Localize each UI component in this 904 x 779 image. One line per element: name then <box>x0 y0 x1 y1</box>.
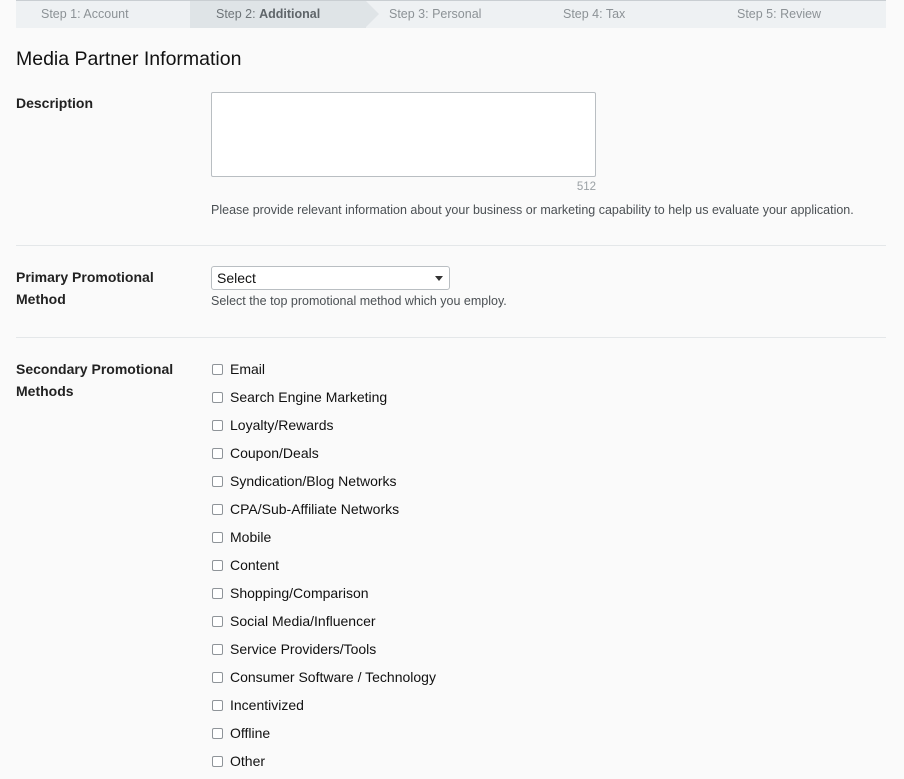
checkbox-label[interactable]: Shopping/Comparison <box>230 584 369 602</box>
description-label: Description <box>16 95 94 111</box>
checkbox-label[interactable]: Content <box>230 556 279 574</box>
step-prefix: Step 4: <box>563 7 606 21</box>
checkbox[interactable] <box>212 532 223 543</box>
checkbox[interactable] <box>212 588 223 599</box>
select-value: Select <box>217 270 256 286</box>
checkbox-label[interactable]: Search Engine Marketing <box>230 388 387 406</box>
step-label: Additional <box>259 7 321 21</box>
primary-method-help-text: Select the top promotional method which … <box>211 294 507 308</box>
checkbox-label[interactable]: Coupon/Deals <box>230 444 319 462</box>
section-divider <box>16 337 886 338</box>
chevron-down-icon <box>435 276 443 281</box>
checkbox-label[interactable]: Incentivized <box>230 696 304 714</box>
checkbox[interactable] <box>212 560 223 571</box>
checkbox[interactable] <box>212 672 223 683</box>
checkbox[interactable] <box>212 476 223 487</box>
step-label: Personal <box>432 7 482 21</box>
description-help-text: Please provide relevant information abou… <box>211 203 854 217</box>
description-textarea[interactable] <box>211 92 596 177</box>
step-personal[interactable]: Step 3: Personal <box>389 1 481 28</box>
checkbox[interactable] <box>212 700 223 711</box>
checkbox-label[interactable]: Other <box>230 752 265 770</box>
step-label: Tax <box>605 7 626 21</box>
section-title: Media Partner Information <box>16 48 242 70</box>
checkbox-label[interactable]: Consumer Software / Technology <box>230 668 436 686</box>
checkbox-label[interactable]: Mobile <box>230 528 271 546</box>
checkbox[interactable] <box>212 728 223 739</box>
step-label: Review <box>780 7 822 21</box>
secondary-methods-label-line1: Secondary Promotional <box>16 361 174 377</box>
checkbox[interactable] <box>212 616 223 627</box>
step-additional[interactable]: Step 2: Additional <box>190 1 379 28</box>
checkbox-label[interactable]: Syndication/Blog Networks <box>230 472 397 490</box>
checkbox-label[interactable]: Loyalty/Rewards <box>230 416 334 434</box>
step-review[interactable]: Step 5: Review <box>737 1 821 28</box>
checkbox[interactable] <box>212 756 223 767</box>
primary-method-label-line2: Method <box>16 291 66 307</box>
progress-stepper: Step 1: Account Step 2: Additional Step … <box>16 0 886 28</box>
step-tax[interactable]: Step 4: Tax <box>563 1 625 28</box>
checkbox[interactable] <box>212 644 223 655</box>
checkbox[interactable] <box>212 364 223 375</box>
character-counter: 512 <box>576 181 596 193</box>
step-prefix: Step 3: <box>389 7 433 21</box>
checkbox-label[interactable]: Offline <box>230 724 270 742</box>
checkbox[interactable] <box>212 504 223 515</box>
step-prefix: Step 5: <box>737 7 781 21</box>
secondary-methods-label: Secondary Promotional Methods <box>16 358 173 402</box>
checkbox-label[interactable]: Service Providers/Tools <box>230 640 376 658</box>
step-prefix: Step 2: <box>216 7 260 21</box>
application-page: Step 1: Account Step 2: Additional Step … <box>0 0 904 779</box>
checkbox-label[interactable]: Email <box>230 360 265 378</box>
primary-method-select[interactable]: Select <box>211 266 450 290</box>
checkbox[interactable] <box>212 420 223 431</box>
checkbox[interactable] <box>212 392 223 403</box>
checkbox-label[interactable]: Social Media/Influencer <box>230 612 376 630</box>
primary-method-label: Primary Promotional Method <box>16 266 154 310</box>
checkbox-label[interactable]: CPA/Sub-Affiliate Networks <box>230 500 399 518</box>
step-label: Account <box>83 7 129 21</box>
section-divider <box>16 245 886 246</box>
checkbox[interactable] <box>212 448 223 459</box>
secondary-methods-label-line2: Methods <box>16 383 74 399</box>
primary-method-label-line1: Primary Promotional <box>16 269 154 285</box>
step-prefix: Step 1: <box>41 7 84 21</box>
step-account[interactable]: Step 1: Account <box>41 1 129 28</box>
